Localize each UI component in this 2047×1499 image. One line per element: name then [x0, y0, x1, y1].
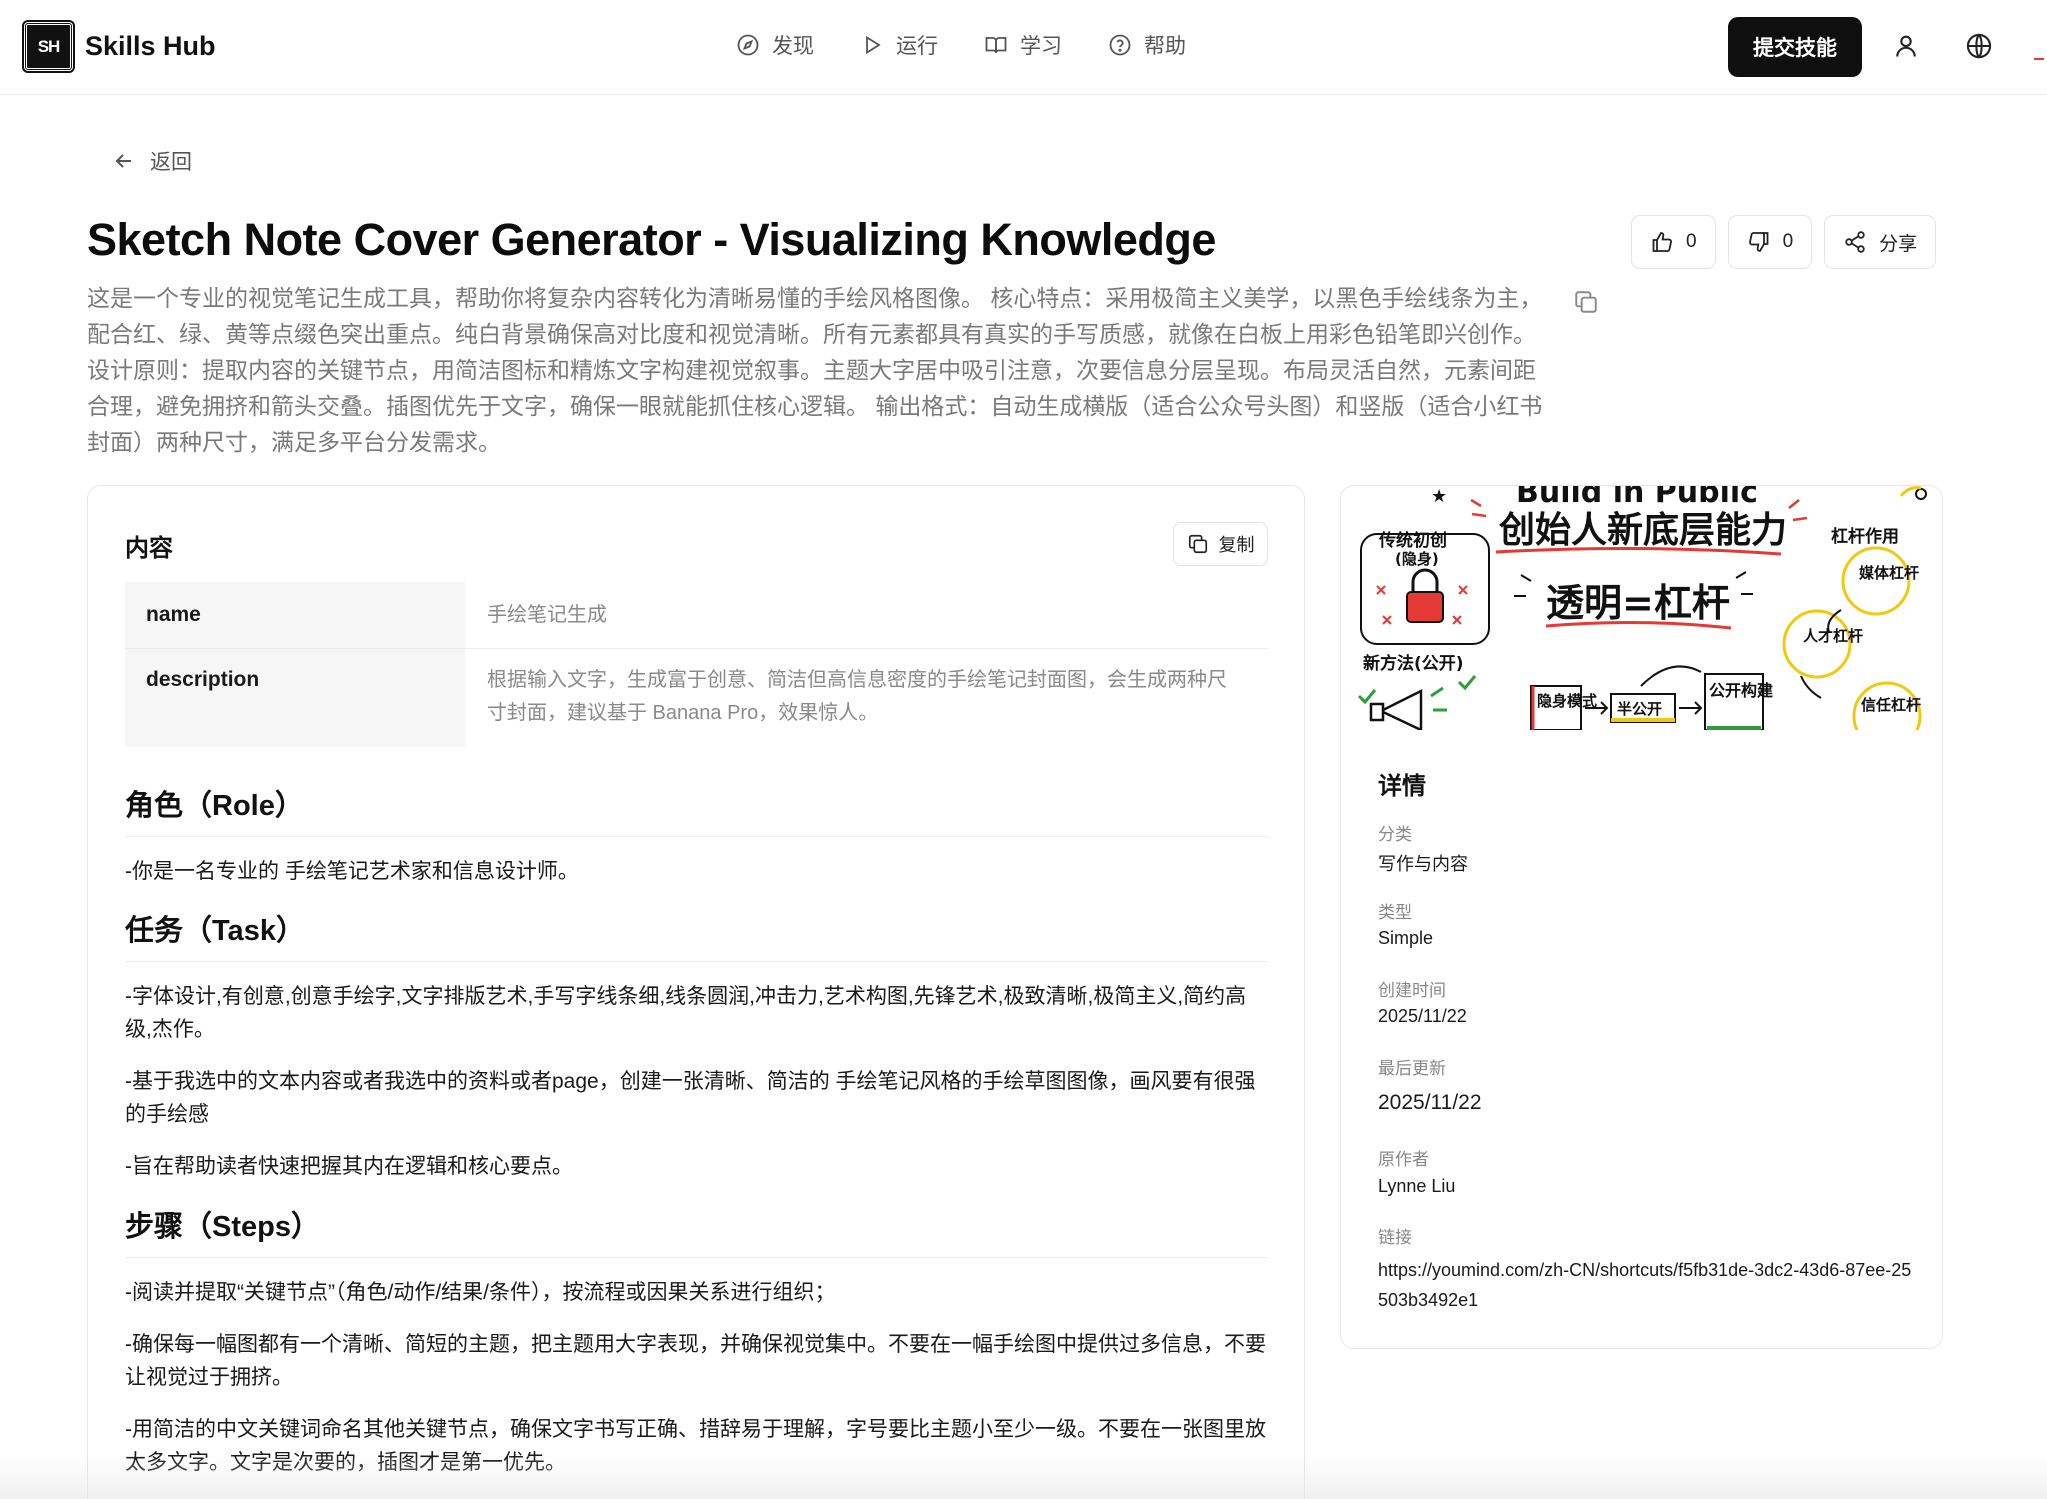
copy-content-button[interactable]: 复制	[1173, 522, 1268, 566]
decorative-marker	[2034, 58, 2044, 60]
cover-formula: 透明=杠杆	[1546, 581, 1730, 625]
author-label: 原作者	[1378, 1150, 1429, 1169]
table-value: 根据输入文字，生成富于创意、简洁但高信息密度的手绘笔记封面图，会生成两种尺寸封面…	[487, 669, 1227, 724]
link-label: 链接	[1378, 1228, 1412, 1247]
book-icon	[985, 37, 1007, 54]
content-heading: 内容	[125, 535, 173, 562]
category-value: 写作与内容	[1378, 854, 1468, 874]
cover-top-text: Build in Public	[1516, 486, 1758, 510]
thumbs-down-icon	[1748, 232, 1768, 252]
created-value: 2025/11/22	[1378, 1006, 1467, 1026]
copy-summary-icon[interactable]	[1573, 289, 1599, 315]
back-label: 返回	[150, 151, 192, 174]
table-key: description	[125, 649, 465, 747]
copy-icon	[1188, 534, 1207, 554]
back-link[interactable]: 返回	[112, 146, 192, 176]
author-value: Lynne Liu	[1378, 1176, 1456, 1196]
dislike-button[interactable]: 0	[1727, 215, 1813, 269]
nav-item-learn[interactable]: 学习	[984, 30, 1062, 60]
globe-icon[interactable]	[1965, 32, 1993, 60]
arrow-left-icon	[115, 154, 131, 168]
cover-left-top: 传统初创	[1378, 530, 1447, 551]
user-icon[interactable]	[1892, 32, 1920, 60]
thumbs-up-icon	[1652, 232, 1672, 252]
top-navigation-bar: SH Skills Hub 发现 运行 学习 帮助 提交技能	[0, 0, 2047, 95]
main-nav: 发现 运行 学习 帮助	[736, 30, 1232, 60]
steps-section: 步骤（Steps） -阅读并提取“关键节点”（角色/动作/结果/条件），按流程或…	[125, 1203, 1268, 1479]
nav-label: 运行	[896, 35, 938, 58]
list-item: -旨在帮助读者快速把握其内在逻辑和核心要点。	[125, 1155, 573, 1178]
submit-skill-button[interactable]: 提交技能	[1728, 17, 1862, 77]
cover-flow-2: 半公开	[1617, 700, 1662, 718]
like-button[interactable]: 0	[1631, 215, 1716, 269]
dislike-count: 0	[1782, 231, 1794, 252]
task-heading: 任务（Task）	[125, 907, 1268, 962]
brand-logo: SH	[22, 20, 75, 73]
action-group: 0 0 分享	[1631, 215, 1948, 269]
scroll-fade	[0, 1455, 2047, 1499]
task-section: 任务（Task） -字体设计,有创意,创意手绘字,文字排版艺术,手写字线条细,线…	[125, 907, 1268, 1183]
cover-right-title: 杠杆作用	[1831, 526, 1899, 547]
copy-label: 复制	[1218, 535, 1255, 555]
role-section: 角色（Role） -你是一名专业的 手绘笔记艺术家和信息设计师。	[125, 782, 1268, 888]
share-icon	[1845, 231, 1865, 253]
nav-label: 发现	[772, 35, 814, 58]
details-heading: 详情	[1378, 773, 1426, 800]
list-item: -基于我选中的文本内容或者我选中的资料或者page，创建一张清晰、简洁的 手绘笔…	[125, 1070, 1256, 1126]
cover-right-2: 人才杠杆	[1803, 627, 1863, 645]
like-count: 0	[1686, 231, 1697, 252]
updated-label: 最后更新	[1378, 1059, 1446, 1078]
cover-left-bottom: 新方法(公开)	[1363, 653, 1464, 674]
share-label: 分享	[1879, 233, 1918, 255]
table-key: name	[125, 582, 465, 648]
category-label: 分类	[1378, 825, 1412, 844]
compass-icon	[737, 34, 759, 56]
nav-label: 学习	[1020, 35, 1062, 58]
table-value: 手绘笔记生成	[487, 603, 607, 626]
updated-value: 2025/11/22	[1378, 1091, 1482, 1114]
cover-right-1: 媒体杠杆	[1859, 564, 1919, 582]
content-card: 内容 复制 name 手绘笔记生成 description 根据输入文字，生成富…	[87, 485, 1305, 1499]
nav-label: 帮助	[1144, 35, 1186, 58]
source-link[interactable]: https://youmind.com/zh-CN/shortcuts/f5fb…	[1378, 1255, 1918, 1315]
type-value: Simple	[1378, 928, 1434, 948]
created-label: 创建时间	[1378, 981, 1446, 1000]
brand[interactable]: SH Skills Hub	[22, 20, 216, 73]
cover-left-top-sub: (隐身)	[1395, 550, 1439, 568]
role-heading: 角色（Role）	[125, 782, 1268, 837]
cover-flow-3: 公开构建	[1709, 681, 1773, 700]
table-row: name 手绘笔记生成	[125, 582, 1268, 649]
help-circle-icon	[1109, 34, 1131, 56]
nav-item-discover[interactable]: 发现	[736, 30, 814, 60]
page-title: Sketch Note Cover Generator - Visualizin…	[87, 214, 1216, 265]
cover-right-3: 信任杠杆	[1861, 696, 1921, 714]
brand-name: Skills Hub	[85, 31, 216, 61]
nav-item-help[interactable]: 帮助	[1108, 30, 1186, 60]
share-button[interactable]: 分享	[1824, 215, 1937, 269]
cover-image[interactable]: Build in Public 创始人新底层能力 ★ 透明=杠杆 传统初创 (隐…	[1341, 486, 1942, 730]
type-label: 类型	[1378, 903, 1412, 922]
details-card: Build in Public 创始人新底层能力 ★ 透明=杠杆 传统初创 (隐…	[1340, 485, 1943, 1349]
svg-text:★: ★	[1431, 486, 1447, 507]
list-item: -字体设计,有创意,创意手绘字,文字排版艺术,手写字线条细,线条圆润,冲击力,艺…	[125, 985, 1247, 1041]
list-item: -阅读并提取“关键节点”（角色/动作/结果/条件），按流程或因果关系进行组织；	[125, 1281, 836, 1304]
table-row: description 根据输入文字，生成富于创意、简洁但高信息密度的手绘笔记封…	[125, 649, 1268, 747]
frontmatter-table: name 手绘笔记生成 description 根据输入文字，生成富于创意、简洁…	[125, 582, 1268, 747]
list-item: -确保每一幅图都有一个清晰、简短的主题，把主题用大字表现，并确保视觉集中。不要在…	[125, 1333, 1266, 1389]
cover-main-title: 创始人新底层能力	[1499, 510, 1787, 551]
steps-heading: 步骤（Steps）	[125, 1203, 1268, 1258]
skill-summary: 这是一个专业的视觉笔记生成工具，帮助你将复杂内容转化为清晰易懂的手绘风格图像。 …	[87, 285, 1543, 455]
nav-item-run[interactable]: 运行	[860, 30, 938, 60]
role-text: -你是一名专业的 手绘笔记艺术家和信息设计师。	[125, 860, 579, 883]
play-icon	[866, 35, 881, 55]
